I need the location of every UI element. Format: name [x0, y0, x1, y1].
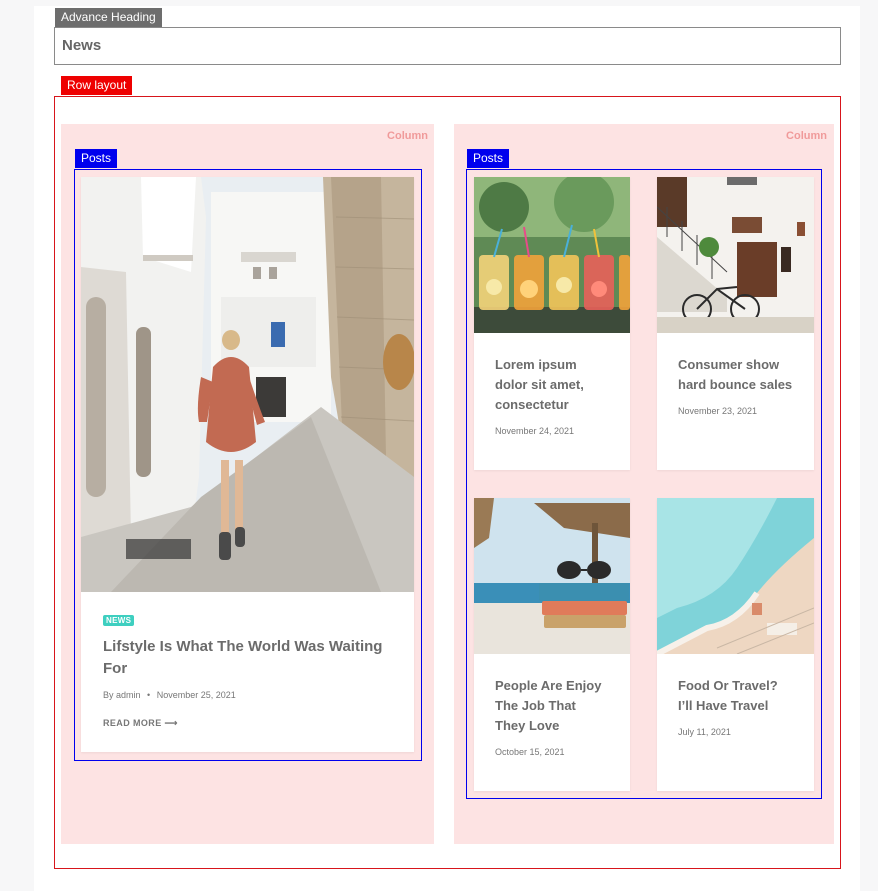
post-title-line: dolor sit amet, [495, 377, 584, 392]
featured-title-line: Lifstyle Is What The World Was Waiting [103, 638, 383, 655]
post-image[interactable] [657, 177, 814, 333]
featured-post-title[interactable]: Lifstyle Is What The World Was Waiting F… [103, 636, 403, 680]
post-title-line: They Love [495, 718, 560, 733]
column-label: Column [786, 130, 827, 142]
post-category-badge[interactable]: NEWS [103, 615, 135, 626]
post-date: November 23, 2021 [678, 406, 758, 416]
advance-heading-block[interactable]: News [54, 27, 841, 65]
post-image[interactable] [657, 498, 814, 654]
posts-tag[interactable]: Posts [467, 149, 510, 168]
post-title-line: Food Or Travel? [678, 678, 778, 693]
post-image[interactable] [474, 498, 630, 654]
meta-separator: • [147, 690, 151, 700]
post-date: July 11, 2021 [678, 727, 731, 737]
post-card[interactable]: Food Or Travel? I’ll Have Travel July 11… [657, 498, 814, 791]
post-title-line: I’ll Have Travel [678, 698, 769, 713]
featured-post-meta: By admin • November 25, 2021 [103, 690, 236, 700]
post-title[interactable]: People Are Enjoy The Job That They Love [495, 676, 625, 736]
post-title-line: consectetur [495, 397, 569, 412]
post-title-line: The Job That [495, 698, 576, 713]
featured-post-image[interactable] [81, 177, 414, 592]
heading-text: News [62, 37, 102, 54]
row-layout-tag[interactable]: Row layout [61, 76, 133, 95]
read-more-link[interactable]: READ MORE ⟶ [103, 718, 178, 729]
post-title-line: People Are Enjoy [495, 678, 602, 693]
post-author[interactable]: By admin [103, 690, 141, 700]
post-title[interactable]: Lorem ipsum dolor sit amet, consectetur [495, 355, 625, 415]
post-image[interactable] [474, 177, 630, 333]
posts-tag[interactable]: Posts [75, 149, 118, 168]
post-card[interactable]: Lorem ipsum dolor sit amet, consectetur … [474, 177, 630, 470]
post-card[interactable]: Consumer show hard bounce sales November… [657, 177, 814, 470]
post-title-line: Lorem ipsum [495, 357, 577, 372]
post-date: October 15, 2021 [495, 747, 565, 757]
advance-heading-tag[interactable]: Advance Heading [55, 8, 162, 27]
post-date: November 24, 2021 [495, 426, 575, 436]
post-card[interactable]: People Are Enjoy The Job That They Love … [474, 498, 630, 791]
column-label: Column [387, 130, 428, 142]
post-title[interactable]: Food Or Travel? I’ll Have Travel [678, 676, 812, 716]
post-title-line: Consumer show [678, 357, 780, 372]
post-date: November 25, 2021 [156, 690, 236, 700]
post-title[interactable]: Consumer show hard bounce sales [678, 355, 812, 395]
post-title-line: hard bounce sales [678, 377, 793, 392]
featured-post-card[interactable]: NEWS Lifstyle Is What The World Was Wait… [81, 177, 414, 752]
featured-title-line: For [103, 660, 128, 677]
